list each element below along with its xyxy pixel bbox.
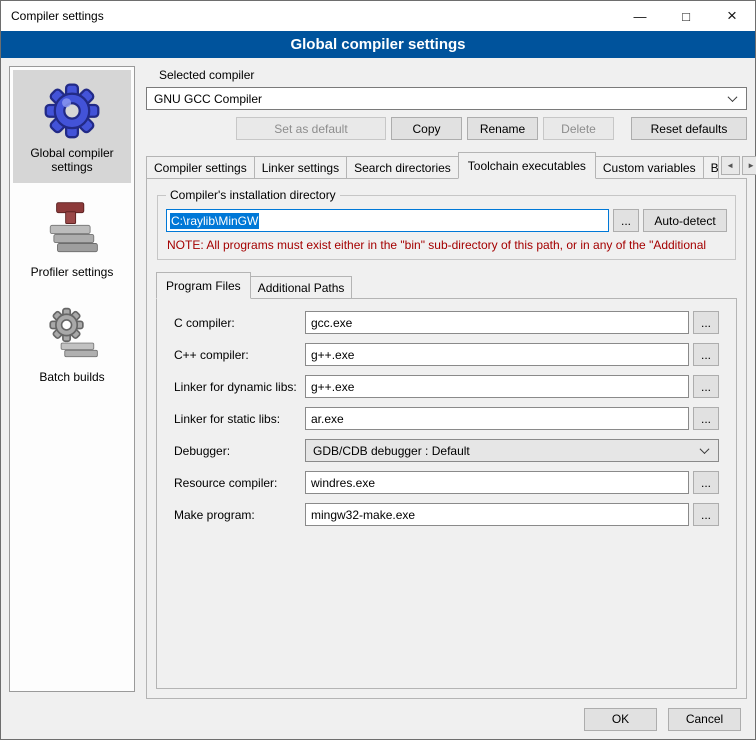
sidebar-item-global-compiler-settings[interactable]: Global compiler settings <box>13 70 131 183</box>
field-row-make-program: Make program: ... <box>174 503 719 526</box>
c-compiler-input[interactable] <box>305 311 689 334</box>
sidebar-item-batch-builds[interactable]: Batch builds <box>13 294 131 393</box>
c-compiler-browse-button[interactable]: ... <box>693 311 719 334</box>
page-title: Global compiler settings <box>1 31 755 58</box>
selected-compiler-select[interactable]: GNU GCC Compiler <box>146 87 747 110</box>
titlebar: Compiler settings — □ × <box>1 1 755 31</box>
field-row-linker-dynamic: Linker for dynamic libs: ... <box>174 375 719 398</box>
field-row-debugger: Debugger: GDB/CDB debugger : Default <box>174 439 719 462</box>
tab-compiler-settings[interactable]: Compiler settings <box>146 156 255 179</box>
delete-button[interactable]: Delete <box>543 117 614 140</box>
cpp-compiler-browse-button[interactable]: ... <box>693 343 719 366</box>
sidebar: Global compiler settings Profiler settin… <box>9 66 135 692</box>
installation-directory-value: C:\raylib\MinGW <box>170 213 259 229</box>
debugger-value: GDB/CDB debugger : Default <box>313 444 470 458</box>
sidebar-item-profiler-settings[interactable]: Profiler settings <box>13 189 131 288</box>
tab-scroll-arrows: ◄ ► <box>718 156 756 179</box>
auto-detect-button[interactable]: Auto-detect <box>643 209 727 232</box>
toolchain-executables-panel: Compiler's installation directory C:\ray… <box>146 178 747 699</box>
make-program-label: Make program: <box>174 508 305 522</box>
field-row-linker-static: Linker for static libs: ... <box>174 407 719 430</box>
tab-toolchain-executables[interactable]: Toolchain executables <box>458 152 596 179</box>
c-compiler-label: C compiler: <box>174 316 305 330</box>
content: Global compiler settings Profiler settin… <box>1 58 755 699</box>
main-area: Selected compiler GNU GCC Compiler Set a… <box>146 66 747 699</box>
chevron-down-icon <box>697 444 711 458</box>
program-files-panel: C compiler: ... C++ compiler: ... Linker… <box>156 298 737 689</box>
minimize-icon[interactable]: — <box>617 1 663 31</box>
program-files-section: Program Files Additional Paths C compile… <box>156 272 737 689</box>
sidebar-item-label: Profiler settings <box>31 265 114 279</box>
rename-button[interactable]: Rename <box>467 117 538 140</box>
field-row-resource-compiler: Resource compiler: ... <box>174 471 719 494</box>
linker-dynamic-label: Linker for dynamic libs: <box>174 380 305 394</box>
linker-static-label: Linker for static libs: <box>174 412 305 426</box>
subtab-program-files[interactable]: Program Files <box>156 272 251 299</box>
window-title: Compiler settings <box>1 9 617 23</box>
selected-compiler-value: GNU GCC Compiler <box>154 92 262 106</box>
debugger-label: Debugger: <box>174 444 305 458</box>
ok-button[interactable]: OK <box>584 708 657 731</box>
window-controls: — □ × <box>617 1 755 31</box>
chevron-down-icon <box>725 92 739 106</box>
tab-custom-variables[interactable]: Custom variables <box>595 156 704 179</box>
set-as-default-button[interactable]: Set as default <box>236 117 386 140</box>
linker-static-input[interactable] <box>305 407 689 430</box>
main-tab-strip: Compiler settings Linker settings Search… <box>146 152 747 179</box>
gray-gears-icon <box>43 305 101 363</box>
selected-compiler-label: Selected compiler <box>159 68 747 82</box>
installation-directory-input[interactable]: C:\raylib\MinGW <box>166 209 609 232</box>
tab-scroll-right-icon[interactable]: ► <box>742 156 756 175</box>
sidebar-item-label: Batch builds <box>39 370 104 384</box>
make-program-browse-button[interactable]: ... <box>693 503 719 526</box>
installation-directory-browse-button[interactable]: ... <box>613 209 639 232</box>
resource-compiler-input[interactable] <box>305 471 689 494</box>
make-program-input[interactable] <box>305 503 689 526</box>
compiler-buttons-row: Set as default Copy Rename Delete Reset … <box>146 117 747 140</box>
installation-directory-group: Compiler's installation directory C:\ray… <box>157 195 736 260</box>
installation-directory-row: C:\raylib\MinGW ... Auto-detect <box>166 209 727 232</box>
tab-search-directories[interactable]: Search directories <box>346 156 459 179</box>
field-row-c-compiler: C compiler: ... <box>174 311 719 334</box>
dialog-footer: OK Cancel <box>1 699 755 739</box>
resource-compiler-label: Resource compiler: <box>174 476 305 490</box>
compiler-settings-window: Compiler settings — □ × Global compiler … <box>0 0 756 740</box>
cpp-compiler-label: C++ compiler: <box>174 348 305 362</box>
cancel-button[interactable]: Cancel <box>668 708 741 731</box>
sidebar-item-label: Global compiler settings <box>15 146 129 174</box>
maximize-icon[interactable]: □ <box>663 1 709 31</box>
cpp-compiler-input[interactable] <box>305 343 689 366</box>
installation-note: NOTE: All programs must exist either in … <box>167 238 727 252</box>
subtab-additional-paths[interactable]: Additional Paths <box>250 276 353 299</box>
blue-gear-icon <box>43 81 101 139</box>
sub-tab-strip: Program Files Additional Paths <box>156 272 737 299</box>
tab-build-options[interactable]: Buil <box>703 156 719 179</box>
close-icon[interactable]: × <box>709 1 755 31</box>
reset-defaults-button[interactable]: Reset defaults <box>631 117 747 140</box>
profiler-icon <box>43 200 101 258</box>
field-row-cpp-compiler: C++ compiler: ... <box>174 343 719 366</box>
debugger-select[interactable]: GDB/CDB debugger : Default <box>305 439 719 462</box>
linker-dynamic-input[interactable] <box>305 375 689 398</box>
tab-scroll-left-icon[interactable]: ◄ <box>721 156 740 175</box>
installation-directory-group-title: Compiler's installation directory <box>166 188 340 202</box>
linker-static-browse-button[interactable]: ... <box>693 407 719 430</box>
linker-dynamic-browse-button[interactable]: ... <box>693 375 719 398</box>
resource-compiler-browse-button[interactable]: ... <box>693 471 719 494</box>
tab-linker-settings[interactable]: Linker settings <box>254 156 347 179</box>
copy-button[interactable]: Copy <box>391 117 462 140</box>
